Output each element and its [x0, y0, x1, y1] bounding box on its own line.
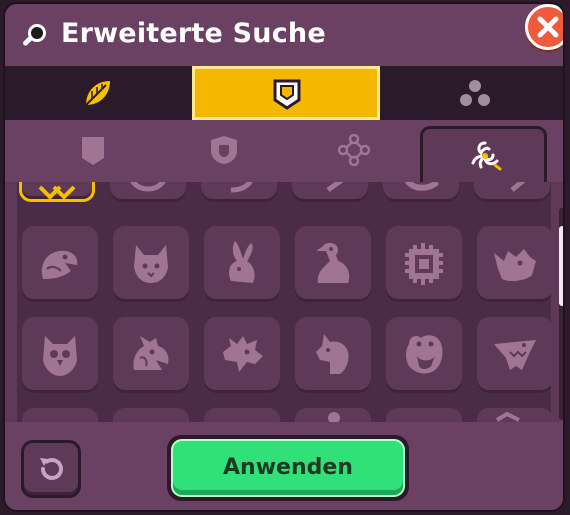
snake-icon [41, 250, 78, 279]
crest-partial-icon [130, 182, 166, 192]
crest-partial-icon [230, 182, 253, 193]
grid-cell[interactable] [201, 182, 277, 202]
subtab-badge[interactable] [181, 126, 267, 182]
dragon-icon [223, 336, 263, 372]
grid-cell[interactable] [110, 182, 186, 202]
dialog-title: Erweiterte Suche [61, 18, 326, 49]
rhino-icon [494, 249, 536, 282]
crest-partial-icon [328, 412, 340, 422]
crest-partial-icon [510, 182, 526, 192]
grid-cell[interactable] [113, 226, 189, 302]
title-bar: Erweiterte Suche [5, 4, 563, 66]
grid-cell[interactable] [22, 408, 98, 422]
griffin-icon [133, 336, 169, 370]
tab-emblem-shield[interactable] [192, 66, 380, 120]
grid-cell[interactable] [295, 317, 371, 393]
sub-tab-bar [5, 120, 563, 182]
grid-cell[interactable] [292, 182, 368, 202]
tab-emblem-dots[interactable] [380, 66, 563, 120]
grid-cell[interactable] [204, 317, 280, 393]
icon-grid [17, 182, 551, 422]
subtab-symbols[interactable] [420, 126, 547, 182]
grid-cell[interactable] [477, 317, 551, 393]
owl-icon [43, 336, 77, 376]
leaf-icon [85, 81, 110, 106]
shield-icon [273, 79, 301, 110]
advanced-search-dialog: Erweiterte Suche Anwenden [3, 2, 565, 512]
grid-cell[interactable] [22, 317, 98, 393]
close-icon [537, 16, 559, 38]
badge-icon [211, 136, 237, 164]
goose-icon [316, 243, 350, 283]
crest-partial-icon [495, 411, 520, 422]
footer-bar: Anwenden [5, 422, 563, 510]
grid-cell[interactable] [113, 408, 189, 422]
reset-icon [40, 458, 63, 480]
grid-cell[interactable] [204, 226, 280, 302]
hippo-icon [406, 335, 443, 374]
shark-icon [494, 340, 536, 370]
banner-icon [82, 137, 104, 165]
triskelion-icon [471, 141, 502, 171]
grid-cell[interactable] [477, 226, 551, 302]
grid-cell[interactable] [477, 408, 551, 422]
grid-cell[interactable] [22, 226, 98, 302]
cat-icon [134, 245, 168, 283]
grid-cell[interactable] [386, 226, 462, 302]
grid-cell[interactable] [386, 317, 462, 393]
nodes-icon [338, 134, 370, 166]
main-tab-bar [5, 66, 563, 120]
horse-icon [316, 334, 349, 374]
chevron-emblem-icon [38, 185, 76, 200]
dots-icon [460, 80, 490, 106]
subtab-nodes[interactable] [311, 126, 397, 182]
rabbit-icon [229, 241, 255, 283]
subtab-banner[interactable] [50, 126, 136, 182]
grid-cell[interactable] [19, 182, 95, 202]
crest-partial-icon [326, 182, 344, 193]
apply-button-face[interactable]: Anwenden [171, 439, 405, 497]
apply-button[interactable]: Anwenden [167, 435, 409, 501]
reset-button[interactable] [21, 440, 81, 498]
grid-cell[interactable] [383, 182, 459, 202]
grid-cell[interactable] [295, 408, 371, 422]
scrollbar-thumb[interactable] [559, 226, 563, 306]
grid-scrollbar[interactable] [559, 208, 563, 420]
aztec-icon [405, 243, 443, 285]
grid-cell[interactable] [204, 408, 280, 422]
tab-emblem-leaf[interactable] [5, 66, 192, 120]
grid-cell[interactable] [386, 408, 462, 422]
apply-button-label: Anwenden [223, 455, 353, 480]
close-button[interactable] [525, 4, 563, 50]
search-icon [20, 21, 50, 51]
crest-partial-icon [404, 182, 440, 191]
grid-cell[interactable] [295, 226, 371, 302]
grid-cell[interactable] [113, 317, 189, 393]
grid-cell[interactable] [474, 182, 550, 202]
